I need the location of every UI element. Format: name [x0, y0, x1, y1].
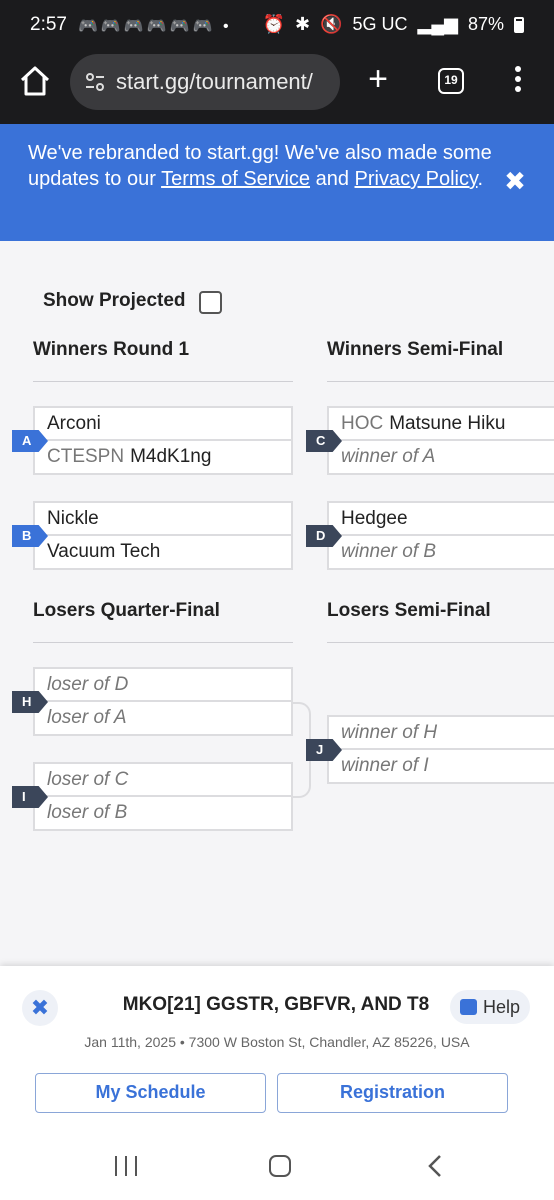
round-title-losers-quarter: Losers Quarter-Final — [33, 600, 220, 621]
placeholder-entrant: winner of B — [341, 541, 437, 562]
placeholder-entrant: loser of D — [47, 674, 129, 695]
status-time: 2:57 — [30, 14, 67, 35]
placeholder-entrant: winner of H — [341, 722, 438, 743]
round-divider — [327, 381, 554, 382]
network-label: 5G UC — [352, 14, 408, 34]
match-slot[interactable]: loser of B — [33, 797, 293, 831]
match-slot[interactable]: loser of A — [33, 702, 293, 736]
alarm-icon: ⏰ — [262, 14, 285, 34]
placeholder-entrant: loser of B — [47, 802, 128, 823]
signal-icon: ▂▄▆ — [417, 14, 458, 34]
match-c[interactable]: HOC Matsune Hiku winner of A — [327, 406, 554, 475]
match-i[interactable]: loser of C loser of B — [33, 762, 293, 831]
show-projected-label: Show Projected — [43, 290, 186, 311]
terms-of-service-link[interactable]: Terms of Service — [161, 168, 310, 190]
notification-icons: 🎮🎮🎮🎮🎮🎮 • — [78, 18, 232, 35]
match-d[interactable]: Hedgee winner of B — [327, 501, 554, 570]
round-divider — [33, 642, 293, 643]
address-bar[interactable]: start.gg/tournament/ — [70, 54, 340, 110]
player-name: M4dK1ng — [130, 446, 212, 467]
player-name: Vacuum Tech — [47, 541, 161, 562]
url-text: start.gg/tournament/ — [116, 69, 313, 94]
mute-icon: 🔇 — [320, 14, 343, 34]
banner-text-end: . — [477, 168, 484, 190]
placeholder-entrant: loser of C — [47, 769, 129, 790]
match-slot[interactable]: Vacuum Tech — [33, 536, 293, 570]
bluetooth-icon: ✱ — [294, 14, 311, 34]
round-title-losers-semi: Losers Semi-Final — [327, 600, 491, 621]
match-slot[interactable]: winner of B — [327, 536, 554, 570]
round-title-winners-r1: Winners Round 1 — [33, 339, 190, 360]
more-menu-icon[interactable] — [512, 66, 524, 96]
match-b[interactable]: Nickle Vacuum Tech — [33, 501, 293, 570]
system-nav-bar — [0, 1140, 554, 1200]
chat-icon — [460, 999, 477, 1015]
banner-message: We've rebranded to start.gg! We've also … — [28, 140, 498, 192]
match-slot[interactable]: winner of H — [327, 715, 554, 750]
tournament-details: Jan 11th, 2025 • 7300 W Boston St, Chand… — [84, 1034, 470, 1050]
team-prefix: HOC — [341, 413, 384, 434]
placeholder-entrant: winner of A — [341, 446, 436, 467]
registration-button[interactable]: Registration — [277, 1073, 508, 1113]
battery-icon — [514, 16, 524, 33]
help-button[interactable]: Help — [450, 990, 530, 1024]
match-slot[interactable]: loser of D — [33, 667, 293, 702]
close-icon[interactable]: ✖ — [22, 990, 58, 1026]
tab-switcher-button[interactable]: 19 — [438, 68, 464, 94]
round-divider — [33, 381, 293, 382]
browser-chrome: 2:57 🎮🎮🎮🎮🎮🎮 • ⏰ ✱ 🔇 5G UC ▂▄▆ 87% start.… — [0, 0, 554, 124]
home-icon[interactable] — [18, 64, 52, 98]
match-slot[interactable]: HOC Matsune Hiku — [327, 406, 554, 441]
match-slot[interactable]: Arconi — [33, 406, 293, 441]
round-divider — [327, 642, 554, 643]
match-slot[interactable]: winner of I — [327, 750, 554, 784]
player-name: Matsune Hiku — [389, 413, 506, 434]
recent-apps-icon[interactable] — [115, 1156, 137, 1176]
show-projected-checkbox[interactable] — [199, 291, 222, 314]
team-prefix: CTESPN — [47, 446, 125, 467]
site-settings-icon[interactable] — [84, 71, 106, 93]
match-slot[interactable]: Hedgee — [327, 501, 554, 536]
banner-text-and: and — [310, 168, 355, 190]
player-name: Hedgee — [341, 508, 408, 529]
match-slot[interactable]: Nickle — [33, 501, 293, 536]
player-name: Nickle — [47, 508, 99, 529]
status-indicators: ⏰ ✱ 🔇 5G UC ▂▄▆ 87% — [263, 14, 524, 35]
privacy-policy-link[interactable]: Privacy Policy — [355, 168, 478, 190]
rebrand-banner: We've rebranded to start.gg! We've also … — [0, 124, 554, 241]
status-bar: 2:57 🎮🎮🎮🎮🎮🎮 • ⏰ ✱ 🔇 5G UC ▂▄▆ 87% — [0, 10, 554, 42]
match-slot[interactable]: winner of A — [327, 441, 554, 475]
match-h[interactable]: loser of D loser of A — [33, 667, 293, 736]
home-nav-icon[interactable] — [269, 1155, 291, 1177]
placeholder-entrant: loser of A — [47, 707, 127, 728]
my-schedule-button[interactable]: My Schedule — [35, 1073, 266, 1113]
browser-toolbar: start.gg/tournament/ + 19 — [0, 52, 554, 112]
match-slot[interactable]: loser of C — [33, 762, 293, 797]
help-label: Help — [483, 997, 521, 1017]
battery-percent: 87% — [467, 14, 504, 34]
placeholder-entrant: winner of I — [341, 755, 429, 776]
back-icon[interactable] — [428, 1154, 442, 1178]
match-a[interactable]: Arconi CTESPN M4dK1ng — [33, 406, 293, 475]
match-slot[interactable]: CTESPN M4dK1ng — [33, 441, 293, 475]
tournament-title: MKO[21] GGSTR, GBFVR, AND T8 — [122, 994, 430, 1015]
new-tab-icon[interactable]: + — [362, 62, 394, 96]
player-name: Arconi — [47, 413, 101, 434]
round-title-winners-semi: Winners Semi-Final — [327, 339, 504, 360]
match-j[interactable]: winner of H winner of I — [327, 715, 554, 784]
banner-close-icon[interactable]: ✖ — [502, 166, 528, 196]
